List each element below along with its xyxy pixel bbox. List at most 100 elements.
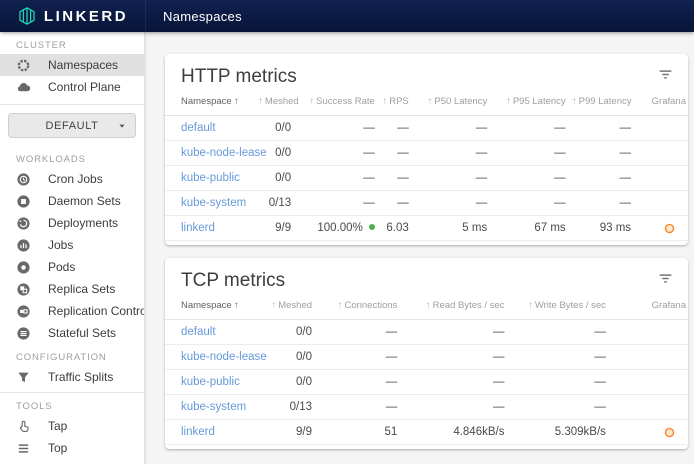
sort-arrow-icon: ↑ bbox=[271, 300, 276, 311]
brand-name: LINKERD bbox=[44, 8, 128, 25]
column-header-p50-latency[interactable]: ↑P50 Latency↑ bbox=[411, 93, 489, 116]
namespace-selector-value: DEFAULT bbox=[46, 120, 99, 132]
column-header-p95-latency[interactable]: ↑P95 Latency↑ bbox=[489, 93, 567, 116]
column-header-namespace[interactable]: ↑Namespace↑ bbox=[165, 297, 259, 320]
sidebar-item-cron-jobs[interactable]: Cron Jobs bbox=[0, 168, 144, 190]
column-header-success-rate[interactable]: ↑Success Rate↑ bbox=[293, 93, 377, 116]
sidebar-item-daemon-sets[interactable]: Daemon Sets bbox=[0, 190, 144, 212]
namespace-link-linkerd[interactable]: linkerd bbox=[181, 426, 215, 438]
sidebar-item-label: Namespaces bbox=[48, 58, 118, 72]
namespace-link-linkerd[interactable]: linkerd bbox=[181, 222, 215, 234]
table-row: default 0/0 — — — bbox=[165, 320, 688, 345]
rps-value: — bbox=[377, 166, 411, 191]
namespace-link-default[interactable]: default bbox=[181, 326, 216, 338]
sidebar-item-pods[interactable]: Pods bbox=[0, 256, 144, 278]
replica-sets-icon bbox=[16, 282, 31, 297]
sidebar-item-replication-controllers[interactable]: Replication Controllers bbox=[0, 300, 144, 322]
sort-arrow-icon: ↑ bbox=[309, 96, 314, 107]
connections-value: 51 bbox=[314, 420, 399, 445]
success-rate-value: — bbox=[293, 141, 377, 166]
grafana-icon[interactable] bbox=[663, 222, 676, 235]
sidebar-item-tap[interactable]: Tap bbox=[0, 415, 144, 437]
sort-arrow-icon: ↑ bbox=[506, 96, 511, 107]
jobs-icon bbox=[16, 238, 31, 253]
section-label: TOOLS bbox=[0, 393, 144, 415]
namespace-link-default[interactable]: default bbox=[181, 122, 216, 134]
table-row: linkerd 9/9 100.00% 6.03 5 ms 67 ms 93 m… bbox=[165, 216, 688, 241]
namespace-link-kube-node-lease[interactable]: kube-node-lease bbox=[181, 351, 267, 363]
tcp-metrics-table: ↑Namespace↑ ↑Meshed↑ ↑Connections↑ bbox=[165, 297, 688, 445]
p50-latency-value: — bbox=[411, 166, 489, 191]
sidebar-item-namespaces[interactable]: Namespaces bbox=[0, 54, 144, 76]
column-header-read-bytes-sec[interactable]: ↑Read Bytes / sec↑ bbox=[399, 297, 506, 320]
table-row: linkerd 9/9 51 4.846kB/s 5.309kB/s bbox=[165, 420, 688, 445]
namespaces-icon bbox=[16, 58, 31, 73]
grafana-icon[interactable] bbox=[663, 426, 676, 439]
p50-latency-value: 5 ms bbox=[411, 216, 489, 241]
column-header-rps[interactable]: ↑RPS↑ bbox=[377, 93, 411, 116]
column-header-write-bytes-sec[interactable]: ↑Write Bytes / sec↑ bbox=[506, 297, 607, 320]
column-header-grafana[interactable]: ↑Grafana↑ bbox=[608, 297, 688, 320]
p95-latency-value: — bbox=[489, 116, 567, 141]
write-bytes-value: 5.309kB/s bbox=[506, 420, 607, 445]
column-header-connections[interactable]: ↑Connections↑ bbox=[314, 297, 399, 320]
sidebar-item-deployments[interactable]: Deployments bbox=[0, 212, 144, 234]
sort-arrow-icon: ↑ bbox=[427, 96, 432, 107]
column-header-meshed[interactable]: ↑Meshed↑ bbox=[254, 93, 293, 116]
rps-value: — bbox=[377, 191, 411, 216]
section-label: CONFIGURATION bbox=[0, 344, 144, 366]
column-header-p99-latency[interactable]: ↑P99 Latency↑ bbox=[568, 93, 633, 116]
p99-latency-value: — bbox=[568, 141, 633, 166]
namespace-link-kube-system[interactable]: kube-system bbox=[181, 197, 246, 209]
namespace-link-kube-public[interactable]: kube-public bbox=[181, 376, 240, 388]
p50-latency-value: — bbox=[411, 116, 489, 141]
tap-icon bbox=[16, 419, 31, 434]
pods-icon bbox=[16, 260, 31, 275]
read-bytes-value: — bbox=[399, 370, 506, 395]
namespace-link-kube-system[interactable]: kube-system bbox=[181, 401, 246, 413]
sort-arrow-icon: ↑ bbox=[234, 300, 239, 311]
stateful-sets-icon bbox=[16, 326, 31, 341]
sidebar: CLUSTER Namespaces Control Plane DEFAULT bbox=[0, 32, 145, 464]
sidebar-item-traffic-splits[interactable]: Traffic Splits bbox=[0, 366, 144, 388]
namespace-link-kube-node-lease[interactable]: kube-node-lease bbox=[181, 147, 267, 159]
deployments-icon bbox=[16, 216, 31, 231]
namespace-link-kube-public[interactable]: kube-public bbox=[181, 172, 240, 184]
page-title: Namespaces bbox=[163, 9, 242, 24]
filter-list-icon[interactable] bbox=[657, 66, 674, 83]
write-bytes-value: — bbox=[506, 320, 607, 345]
p99-latency-value: 93 ms bbox=[568, 216, 633, 241]
connections-value: — bbox=[314, 395, 399, 420]
connections-value: — bbox=[314, 320, 399, 345]
column-header-meshed[interactable]: ↑Meshed↑ bbox=[259, 297, 314, 320]
p95-latency-value: — bbox=[489, 191, 567, 216]
success-dot bbox=[369, 224, 375, 230]
sidebar-item-top[interactable]: Top bbox=[0, 437, 144, 459]
linkerd-logo[interactable]: LINKERD bbox=[0, 0, 146, 32]
linkerd-dashboard: LINKERD Namespaces CLUSTER Namespaces Co… bbox=[0, 0, 694, 464]
p95-latency-value: — bbox=[489, 166, 567, 191]
read-bytes-value: — bbox=[399, 395, 506, 420]
sidebar-item-label: Cron Jobs bbox=[48, 172, 103, 186]
column-header-grafana[interactable]: ↑Grafana↑ bbox=[633, 93, 688, 116]
namespace-selector[interactable]: DEFAULT bbox=[8, 113, 136, 138]
control-plane-icon bbox=[16, 80, 31, 95]
connections-value: — bbox=[314, 345, 399, 370]
sidebar-item-label: Tap bbox=[48, 419, 67, 433]
sidebar-section-cluster: CLUSTER Namespaces Control Plane bbox=[0, 32, 144, 98]
sidebar-item-control-plane[interactable]: Control Plane bbox=[0, 76, 144, 98]
card-title: HTTP metrics bbox=[181, 66, 297, 88]
success-rate-value: — bbox=[293, 191, 377, 216]
connections-value: — bbox=[314, 370, 399, 395]
write-bytes-value: — bbox=[506, 370, 607, 395]
top-icon bbox=[16, 441, 31, 456]
filter-list-icon[interactable] bbox=[657, 270, 674, 287]
sidebar-item-label: Daemon Sets bbox=[48, 194, 121, 208]
sidebar-item-stateful-sets[interactable]: Stateful Sets bbox=[0, 322, 144, 344]
sidebar-item-replica-sets[interactable]: Replica Sets bbox=[0, 278, 144, 300]
sidebar-item-label: Deployments bbox=[48, 216, 118, 230]
meshed-value: 0/0 bbox=[259, 320, 314, 345]
column-header-namespace[interactable]: ↑Namespace↑ bbox=[165, 93, 254, 116]
sidebar-item-jobs[interactable]: Jobs bbox=[0, 234, 144, 256]
sidebar-item-label: Jobs bbox=[48, 238, 73, 252]
